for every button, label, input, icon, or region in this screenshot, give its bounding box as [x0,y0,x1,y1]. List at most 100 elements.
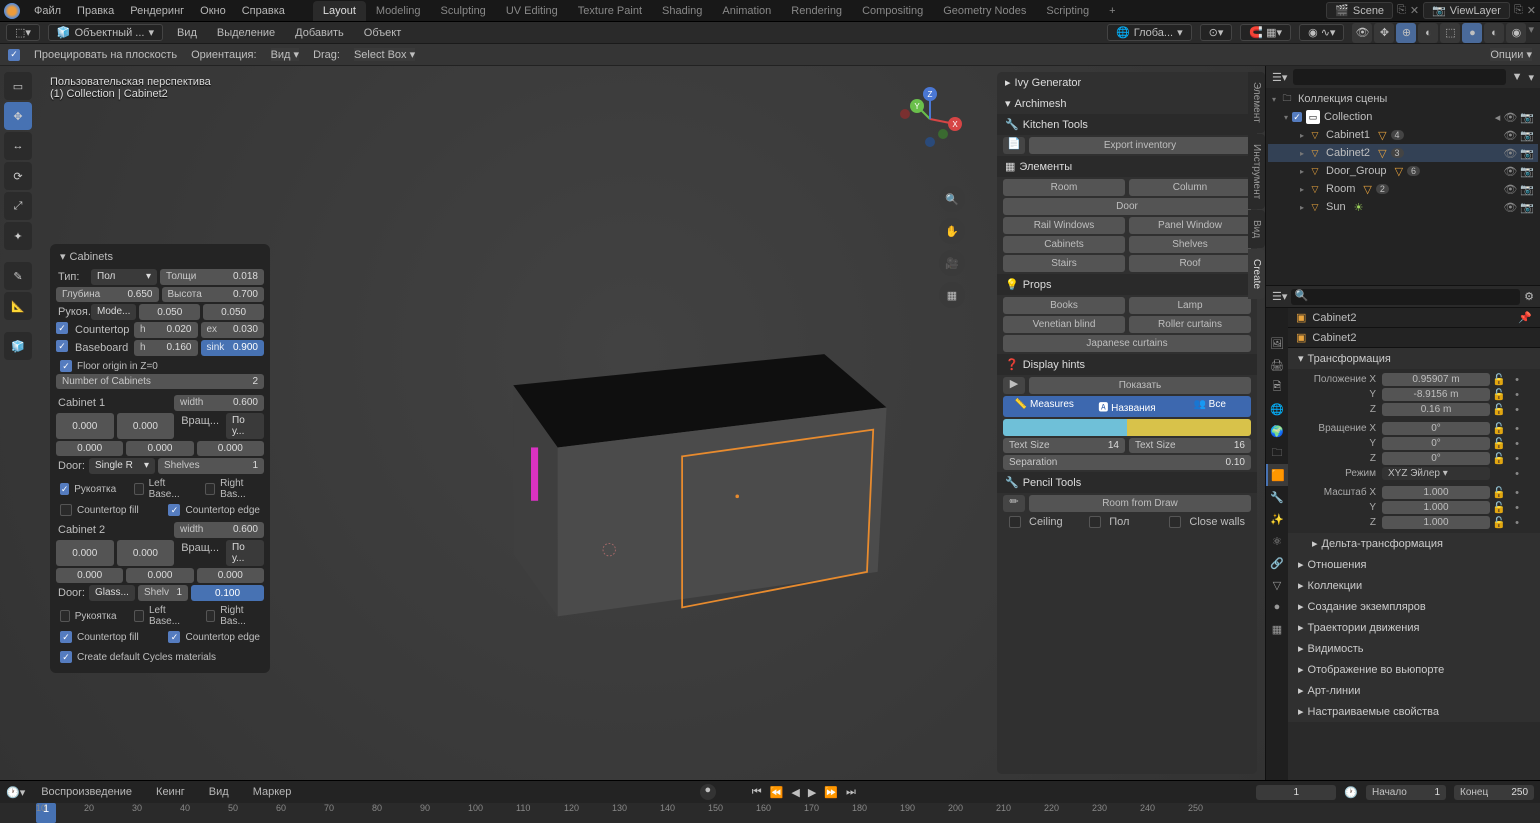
ptab-scene[interactable]: 🌐 [1266,398,1288,420]
panelwin-button[interactable]: Panel Window [1129,217,1251,234]
props-search[interactable]: 🔍 [1291,289,1520,305]
cabinets-button[interactable]: Cabinets [1003,236,1125,253]
shade-solid-icon[interactable]: ● [1462,23,1482,43]
menu-edit[interactable]: Правка [69,2,122,20]
autokey-icon[interactable]: ● [700,784,716,800]
ctedge1-check[interactable] [168,504,180,516]
filter-icon[interactable]: ▼ [1512,71,1523,83]
visibility-header[interactable]: ▸ Видимость [1288,638,1540,659]
tab-rendering[interactable]: Rendering [781,1,852,21]
shade-render-icon[interactable]: ◉ [1506,23,1526,43]
scene-del-icon[interactable]: ✕ [1410,4,1419,17]
rotz-field[interactable]: 0° [1382,452,1490,465]
outliner-item-room[interactable]: ▸▽Room▽2👁📷 [1268,180,1538,198]
lamp-button[interactable]: Lamp [1129,297,1251,314]
scene-collection-row[interactable]: ▾🗀Коллекция сцены [1268,90,1538,108]
mode-dropdown[interactable]: 🧊 Объектный ... ▾ [48,24,163,41]
timeline-track[interactable]: 1 10203040506070809010011012013014015016… [0,803,1540,823]
menu-object[interactable]: Объект [358,25,407,41]
tab-scripting[interactable]: Scripting [1036,1,1099,21]
instancing-header[interactable]: ▸ Создание экземпляров [1288,596,1540,617]
orientation-dropdown[interactable]: 🌐 Глоба...▾ [1107,24,1192,41]
vtab-tool[interactable]: Инструмент [1248,134,1265,209]
handle-v1[interactable]: 0.050 [139,304,200,320]
floor-origin-check[interactable] [60,360,72,372]
textsize1[interactable]: Text Size14 [1003,438,1125,453]
collection-enable[interactable] [1292,112,1302,122]
textsize2[interactable]: Text Size16 [1129,438,1251,453]
delta-header[interactable]: ▸ Дельта-трансформация [1288,533,1540,554]
play-icon[interactable]: ▶ [808,786,816,799]
stairs-button[interactable]: Stairs [1003,255,1125,272]
leftbase2-check[interactable] [134,610,144,622]
c1z1[interactable]: 0.000 [56,441,123,456]
outliner-item-sun[interactable]: ▸▽Sun☀👁📷 [1268,198,1538,216]
clock-icon[interactable]: 🕐 [1344,786,1358,799]
tab-layout[interactable]: Layout [313,1,366,21]
door1-dropdown[interactable]: Single R▾ [89,458,155,474]
transform-header[interactable]: ▾ Трансформация [1288,348,1540,369]
handle-mode[interactable]: Mode... [91,304,136,320]
orientation-select[interactable]: Вид ▾ [271,48,299,61]
jump-end-icon[interactable]: ⏭ [846,786,856,799]
ptab-collection[interactable]: 🗀 [1266,442,1288,464]
cabinets-panel-header[interactable]: ▾ Cabinets [56,244,264,269]
shelves1-field[interactable]: Shelves1 [158,458,264,474]
scalex-field[interactable]: 1.000 [1382,486,1490,499]
c2z1[interactable]: 0.000 [56,568,123,583]
tab-add[interactable]: + [1099,1,1125,21]
scaley-field[interactable]: 1.000 [1382,501,1490,514]
project-plane-check[interactable] [8,49,20,61]
ptab-physics[interactable]: ⚛ [1266,530,1288,552]
collections-header[interactable]: ▸ Коллекции [1288,575,1540,596]
railwin-button[interactable]: Rail Windows [1003,217,1125,234]
ctedge2-check[interactable] [168,631,180,643]
play-rev-icon[interactable]: ◀ [791,786,799,799]
door2-dropdown[interactable]: Glass... [89,585,135,601]
ptab-object[interactable]: 🟧 [1266,464,1288,486]
outliner-item-cabinet2[interactable]: ▸▽Cabinet2▽3👁📷 [1268,144,1538,162]
current-frame[interactable]: 1 [1256,785,1336,800]
props-options-icon[interactable]: ⚙ [1524,290,1534,303]
ptab-constraints[interactable]: 🔗 [1266,552,1288,574]
hint-toggle[interactable]: 📏 Measures 🅰 Названия 👥 Все [1003,396,1251,417]
tl-view[interactable]: Вид [201,783,237,801]
jump-start-icon[interactable]: ⏮ [752,786,762,799]
cab2-v2[interactable]: 0.000 [117,540,175,566]
shelves-button[interactable]: Shelves [1129,236,1251,253]
scene-new-icon[interactable]: ⎘ [1397,4,1406,17]
baseboard-check[interactable] [56,340,68,352]
cab1-v1[interactable]: 0.000 [56,413,114,439]
tab-texture[interactable]: Texture Paint [568,1,652,21]
ivy-header[interactable]: ▸ Ivy Generator [997,72,1257,93]
ptab-modifiers[interactable]: 🔧 [1266,486,1288,508]
c1z2[interactable]: 0.000 [126,441,193,456]
tool-scale[interactable]: ⤢ [4,192,32,220]
ptab-particles[interactable]: ✨ [1266,508,1288,530]
viewlayer-new-icon[interactable]: ⎘ [1514,4,1523,17]
outliner-item-cabinet1[interactable]: ▸▽Cabinet1▽4👁📷 [1268,126,1538,144]
outliner-item-door_group[interactable]: ▸▽Door_Group▽6👁📷 [1268,162,1538,180]
scalez-field[interactable]: 1.000 [1382,516,1490,529]
rightbase2-check[interactable] [206,610,216,622]
tool-annotate[interactable]: ✎ [4,262,32,290]
books-button[interactable]: Books [1003,297,1125,314]
obj-name-field[interactable]: ▣Cabinet2 [1288,328,1540,348]
cab1-width[interactable]: width0.600 [174,395,264,411]
ptab-data[interactable]: ▽ [1266,574,1288,596]
rightbase1-check[interactable] [205,483,215,495]
floor-check[interactable] [1089,516,1101,528]
c1z3[interactable]: 0.000 [197,441,264,456]
ctfill1-check[interactable] [60,504,72,516]
tool-measure[interactable]: 📐 [4,292,32,320]
menu-add[interactable]: Добавить [289,25,350,41]
tl-marker[interactable]: Маркер [245,783,300,801]
numcabs-field[interactable]: Number of Cabinets2 [56,374,264,389]
door-button[interactable]: Door [1003,198,1251,215]
room-from-draw-button[interactable]: Room from Draw [1029,495,1251,512]
visibility-icon[interactable]: 👁 [1352,23,1372,43]
room-button[interactable]: Room [1003,179,1125,196]
export-icon[interactable]: 📄 [1003,137,1025,154]
ct-h[interactable]: h0.020 [134,322,198,338]
proportional-dropdown[interactable]: ◉ ∿▾ [1299,24,1344,41]
